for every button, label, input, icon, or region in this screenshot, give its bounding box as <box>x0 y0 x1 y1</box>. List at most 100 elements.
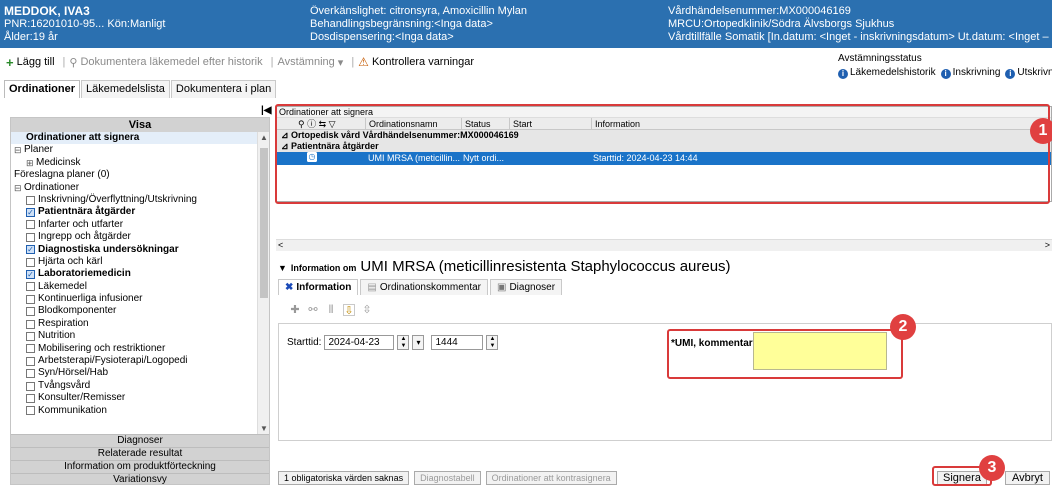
group-row-patient-actions[interactable]: ⊿ Patientnära åtgärder <box>277 141 1051 152</box>
scroll-thumb[interactable] <box>260 148 268 298</box>
patient-name: MEDDOK, IVA3 <box>4 5 90 18</box>
add-icon[interactable]: ✚ <box>289 304 301 316</box>
document-history-button[interactable]: ⚲ Dokumentera läkemedel efter historik <box>69 56 262 69</box>
tree-item[interactable]: Läkemedel <box>11 281 259 293</box>
checkbox-icon[interactable] <box>26 257 35 267</box>
group-row-orthopedic[interactable]: ⊿ Ortopedisk vård Vårdhändelsenummer:MX0… <box>277 130 1051 141</box>
view-panel-header[interactable]: Visa <box>11 118 269 132</box>
collapse-panel-icon[interactable]: |◀ <box>261 105 272 116</box>
tree-item[interactable]: Inskrivning/Överflyttning/Utskrivning <box>11 194 259 206</box>
checkbox-checked-icon[interactable]: ✓ <box>26 269 35 279</box>
tab-information[interactable]: ✖ Information <box>278 279 359 295</box>
checkbox-icon[interactable] <box>26 232 35 242</box>
order-row-selected[interactable]: ✓ ✚ ✕ ◷ UMI MRSA (meticillin... Nytt ord… <box>277 152 1051 165</box>
accordion-variationsvy[interactable]: Variationsvy <box>11 473 269 484</box>
reconcile-dropdown[interactable]: Avstämning ▾ <box>278 56 344 69</box>
scroll-up-icon[interactable]: ▲ <box>258 133 269 142</box>
accordion-diagnoser[interactable]: Diagnoser <box>11 434 269 447</box>
chart-icon[interactable]: ⫴ <box>325 304 337 316</box>
link-icon[interactable]: ⚯ <box>307 304 319 316</box>
dose-dispensing[interactable]: Dosdispensering:<Inga data> <box>310 31 650 44</box>
checkbox-icon[interactable] <box>26 282 35 292</box>
checkbox-icon[interactable] <box>26 344 35 354</box>
tree-item[interactable]: Tvångsvård <box>11 380 259 392</box>
add-button[interactable]: + Lägg till <box>6 55 55 70</box>
checkbox-icon[interactable] <box>26 381 35 391</box>
checkbox-icon[interactable] <box>26 195 35 205</box>
start-time-row: Starttid: 2024-04-23 ▲ ▼ ▾ 1444 ▲ ▼ <box>287 335 499 350</box>
missing-values-button[interactable]: 1 obligatoriska värden saknas <box>278 471 410 485</box>
column-start[interactable]: Start <box>509 118 591 130</box>
status-admission[interactable]: i Inskrivning <box>940 67 1000 79</box>
diagnosis-table-button[interactable]: Diagnostabell <box>414 471 481 485</box>
status-medhistory[interactable]: i Läkemedelshistorik <box>838 67 936 79</box>
start-date-field[interactable]: 2024-04-23 <box>324 335 395 350</box>
tree-item[interactable]: Ordinationer att signera <box>11 132 259 145</box>
tree-item-label: Inskrivning/Överflyttning/Utskrivning <box>38 193 197 205</box>
tree-item[interactable]: Konsulter/Remisser <box>11 392 259 404</box>
tree-item[interactable]: Ingrepp och åtgärder <box>11 231 259 243</box>
tree-item[interactable]: ✓ Laboratoriemedicin <box>11 268 259 280</box>
tree-item[interactable]: ✓ Diagnostiska undersökningar <box>11 244 259 256</box>
info-collapse-icon[interactable]: ▼ <box>278 263 287 273</box>
patient-pnr: PNR:16201010-95... <box>4 18 105 30</box>
time-stepper[interactable]: ▲ ▼ <box>486 335 499 350</box>
tree-item[interactable]: ⊞ Medicinsk <box>11 157 259 169</box>
scroll-left-icon[interactable]: < <box>278 240 283 250</box>
cosign-orders-button[interactable]: Ordinationer att kontrasignera <box>485 471 617 485</box>
allergy-info[interactable]: Överkänslighet: citronsyra, Amoxicillin … <box>310 5 650 18</box>
checkbox-icon[interactable] <box>26 319 35 329</box>
expand-icon[interactable]: ⊞ <box>26 157 34 169</box>
tree-item[interactable]: Respiration <box>11 318 259 330</box>
tree-item[interactable]: ✓ Patientnära åtgärder <box>11 206 259 218</box>
checkbox-icon[interactable] <box>26 294 35 304</box>
date-dropdown-icon[interactable]: ▾ <box>412 335 425 350</box>
tree-item[interactable]: Kommunikation <box>11 405 259 417</box>
expand-icon[interactable]: ⊟ <box>14 182 22 194</box>
grid-hscrollbar[interactable]: < > <box>276 239 1052 251</box>
tree-item[interactable]: Hjärta och kärl <box>11 256 259 268</box>
status-discharge[interactable]: i Utskrivni <box>1005 67 1052 79</box>
tab-lakemedelslista[interactable]: Läkemedelslista <box>81 80 170 98</box>
tab-diagnoser[interactable]: ▣ Diagnoser <box>490 279 563 295</box>
tree-item[interactable]: Blodkomponenter <box>11 305 259 317</box>
checkbox-icon[interactable] <box>26 393 35 403</box>
tab-dokumentera-i-plan[interactable]: Dokumentera i plan <box>170 80 277 98</box>
sort-icon[interactable]: ⇩ <box>343 304 355 317</box>
date-stepper[interactable]: ▲ ▼ <box>397 335 410 350</box>
accordion-produktforteckning[interactable]: Information om produktförteckning <box>11 460 269 473</box>
tree-item[interactable]: Nutrition <box>11 330 259 342</box>
checkbox-icon[interactable] <box>26 331 35 341</box>
umi-comment-input[interactable] <box>753 332 887 370</box>
tab-ordinationer[interactable]: Ordinationer <box>4 80 81 98</box>
checkbox-icon[interactable] <box>26 369 35 379</box>
checkbox-icon[interactable] <box>26 307 35 317</box>
checkbox-icon[interactable] <box>26 356 35 366</box>
treatment-limit[interactable]: Behandlingsbegränsning:<Inga data> <box>310 18 650 31</box>
tree-item[interactable]: Infarter och utfarter <box>11 219 259 231</box>
tree-item[interactable]: ⊟ Ordinationer <box>11 182 259 194</box>
accordion-relaterade-resultat[interactable]: Relaterade resultat <box>11 447 269 460</box>
scroll-down-icon[interactable]: ▼ <box>258 424 269 433</box>
tree-item[interactable]: Föreslagna planer (0) <box>11 169 259 181</box>
column-ordinationsnamn[interactable]: Ordinationsnamn <box>365 118 461 130</box>
tree-item[interactable]: Syn/Hörsel/Hab <box>11 367 259 379</box>
tree-item[interactable]: Kontinuerliga infusioner <box>11 293 259 305</box>
cancel-button[interactable]: Avbryt <box>1005 471 1050 485</box>
check-warnings-button[interactable]: ⚠ Kontrollera varningar <box>358 55 474 69</box>
checkbox-checked-icon[interactable]: ✓ <box>26 208 35 218</box>
tab-ordinationskommentar[interactable]: ▤ Ordinationskommentar <box>360 279 488 295</box>
tree-scrollbar[interactable]: ▲ ▼ <box>257 132 269 434</box>
tree-item[interactable]: ⊟ Planer <box>11 144 259 156</box>
tree-item[interactable]: Mobilisering och restriktioner <box>11 343 259 355</box>
tree-item[interactable]: Arbetsterapi/Fysioterapi/Logopedi <box>11 355 259 367</box>
column-status[interactable]: Status <box>461 118 509 130</box>
column-information[interactable]: Information <box>591 118 1051 130</box>
checkbox-icon[interactable] <box>26 406 35 416</box>
checkbox-checked-icon[interactable]: ✓ <box>26 245 35 255</box>
filter-icon[interactable]: ⇳ <box>361 304 373 316</box>
start-time-field[interactable]: 1444 <box>431 335 484 350</box>
scroll-right-icon[interactable]: > <box>1045 240 1050 250</box>
checkbox-icon[interactable] <box>26 220 35 230</box>
expand-icon[interactable]: ⊟ <box>14 144 22 156</box>
